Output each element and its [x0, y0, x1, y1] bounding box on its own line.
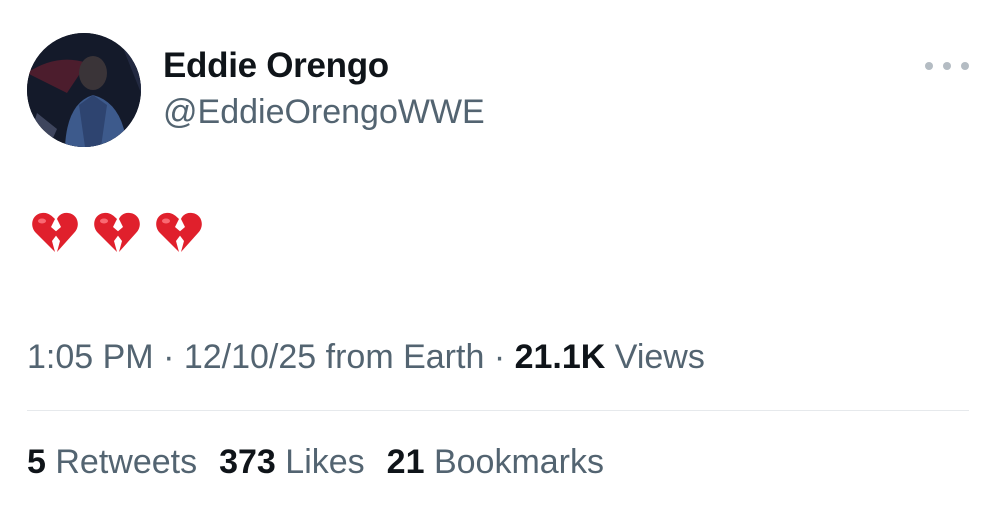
tweet-source: from Earth: [316, 338, 485, 376]
retweets-stat[interactable]: 5 Retweets: [27, 441, 197, 483]
user-handle[interactable]: @EddieOrengoWWE: [163, 92, 485, 132]
retweets-count: 5: [27, 443, 46, 481]
broken-heart-icon: [32, 212, 78, 252]
bookmarks-stat[interactable]: 21 Bookmarks: [387, 441, 604, 483]
broken-heart-icon: [94, 212, 140, 252]
tweet-time[interactable]: 1:05 PM: [27, 338, 154, 376]
divider: [27, 410, 969, 411]
retweets-label: Retweets: [45, 443, 198, 481]
views-label[interactable]: Views: [605, 338, 705, 376]
tweet-meta: 1:05 PM · 12/10/25 from Earth · 21.1K Vi…: [27, 336, 705, 378]
bookmarks-label: Bookmarks: [424, 443, 604, 481]
dot: [961, 62, 969, 70]
likes-count: 373: [219, 443, 276, 481]
dot: [925, 62, 933, 70]
avatar[interactable]: [27, 33, 141, 147]
tweet-text: [30, 208, 204, 258]
bookmarks-count: 21: [386, 443, 425, 481]
tweet-date[interactable]: 12/10/25: [184, 338, 316, 376]
likes-label: Likes: [275, 443, 365, 481]
more-horizontal-icon[interactable]: [925, 56, 969, 76]
separator: ·: [153, 338, 184, 376]
dot: [943, 62, 951, 70]
likes-stat[interactable]: 373 Likes: [219, 441, 365, 483]
separator: ·: [484, 338, 515, 376]
tweet-detail: Eddie Orengo @EddieOrengoWWE 1:05 PM · 1…: [0, 0, 1000, 507]
broken-heart-icon: [156, 212, 202, 252]
display-name[interactable]: Eddie Orengo: [163, 46, 389, 86]
views-count[interactable]: 21.1K: [515, 338, 606, 376]
engagement-stats: 5 Retweets 373 Likes 21 Bookmarks: [27, 441, 604, 483]
